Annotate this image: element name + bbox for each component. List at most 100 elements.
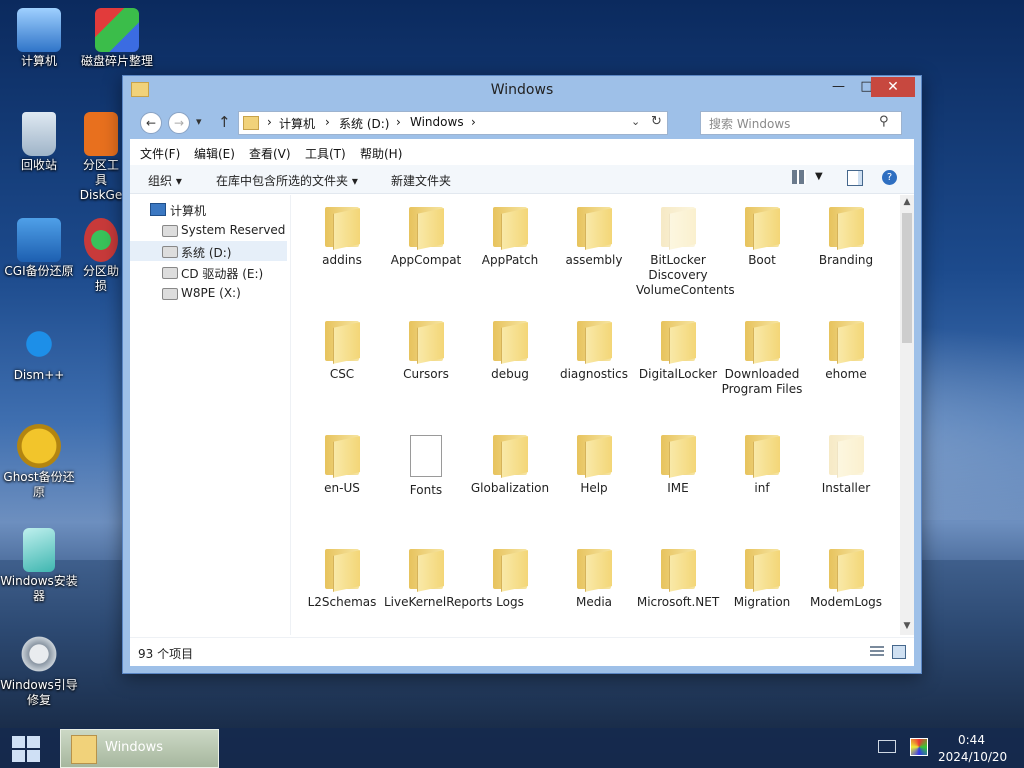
folder-icon xyxy=(745,435,780,478)
sidebar-item-system-reserved[interactable]: System Reserved ( xyxy=(130,220,287,240)
scroll-down-icon[interactable]: ▼ xyxy=(900,621,914,631)
menu-edit[interactable]: 编辑(E) xyxy=(194,145,235,162)
keyboard-icon[interactable] xyxy=(878,740,896,753)
folder-item[interactable]: addins xyxy=(300,199,384,268)
sidebar-item-label: CD 驱动器 (E:) xyxy=(181,267,264,281)
organize-button[interactable]: 组织 ▾ xyxy=(148,172,182,189)
folder-icon xyxy=(493,321,528,364)
breadcrumb-computer[interactable]: 计算机 xyxy=(279,115,315,132)
back-button[interactable]: ← xyxy=(140,112,162,134)
title-bar[interactable]: Windows — □ ✕ xyxy=(123,76,921,103)
search-box[interactable]: 搜索 Windows ⚲ xyxy=(700,111,902,135)
folder-item[interactable]: Help xyxy=(552,427,636,496)
help-icon[interactable]: ? xyxy=(882,170,897,185)
desktop-icon-boot-repair[interactable]: Windows引导修复 xyxy=(0,632,78,708)
display-icon[interactable] xyxy=(910,738,928,756)
clock-date[interactable]: 2024/10/20 xyxy=(938,750,1007,764)
folder-item[interactable]: Installer xyxy=(804,427,888,496)
computer-icon xyxy=(17,8,61,52)
desktop-icon-partition-assistant[interactable]: 分区助损 xyxy=(78,218,124,294)
up-button[interactable]: ↑ xyxy=(218,113,231,131)
desktop-icon-computer[interactable]: 计算机 xyxy=(0,8,78,69)
details-view-icon[interactable] xyxy=(870,646,884,657)
address-bar[interactable]: › 计算机 › 系统 (D:) › Windows › ⌄ ↻ xyxy=(238,111,668,135)
sidebar-item-w8pe[interactable]: W8PE (X:) xyxy=(130,283,287,303)
menu-file[interactable]: 文件(F) xyxy=(140,145,180,162)
clock-time[interactable]: 0:44 xyxy=(958,733,985,747)
preview-pane-icon[interactable] xyxy=(847,170,863,186)
sidebar-item-computer[interactable]: 计算机 xyxy=(130,199,287,219)
search-input[interactable]: 搜索 Windows xyxy=(709,115,790,132)
search-icon[interactable]: ⚲ xyxy=(879,114,889,129)
folder-item[interactable]: Boot xyxy=(720,199,804,268)
folder-item[interactable]: L2Schemas xyxy=(300,541,384,610)
desktop-icon-defrag[interactable]: 磁盘碎片整理 xyxy=(78,8,156,69)
folder-item[interactable]: Globalization xyxy=(468,427,552,496)
folder-item[interactable]: BitLocker Discovery VolumeContents xyxy=(636,199,735,298)
desktop-icon-recycle-bin[interactable]: 回收站 xyxy=(0,112,78,173)
sidebar-item-label: W8PE (X:) xyxy=(181,286,241,300)
new-folder-button[interactable]: 新建文件夹 xyxy=(391,172,451,189)
folder-item[interactable]: inf xyxy=(720,427,804,496)
folder-item[interactable]: ehome xyxy=(804,313,888,382)
folder-icon xyxy=(71,735,97,764)
folder-item[interactable]: Logs xyxy=(468,541,552,610)
folder-item[interactable]: AppCompat xyxy=(384,199,468,268)
refresh-icon[interactable]: ↻ xyxy=(651,114,662,129)
minimize-button[interactable]: — xyxy=(825,77,852,97)
folder-item[interactable]: assembly xyxy=(552,199,636,268)
folder-icon xyxy=(493,207,528,250)
sidebar-item-cd-drive[interactable]: CD 驱动器 (E:) xyxy=(130,262,287,282)
close-button[interactable]: ✕ xyxy=(871,77,915,97)
folder-item[interactable]: Branding xyxy=(804,199,888,268)
start-button[interactable] xyxy=(12,736,42,762)
folder-item[interactable]: Downloaded Program Files xyxy=(720,313,804,397)
menu-view[interactable]: 查看(V) xyxy=(249,145,291,162)
item-label: LiveKernelReports xyxy=(384,595,493,609)
folder-item[interactable]: DigitalLocker xyxy=(636,313,720,382)
desktop-icon-dism[interactable]: Dism++ xyxy=(0,322,78,383)
folder-item[interactable]: Cursors xyxy=(384,313,468,382)
folder-item[interactable]: LiveKernelReports xyxy=(384,541,493,610)
folder-item[interactable]: Migration xyxy=(720,541,804,610)
view-options-icon[interactable] xyxy=(792,170,806,184)
large-icons-view-icon[interactable] xyxy=(892,645,906,659)
taskbar-item-explorer[interactable]: Windows xyxy=(60,729,219,768)
address-dropdown-icon[interactable]: ⌄ xyxy=(631,115,640,128)
desktop-icon-windows-installer[interactable]: Windows安装器 xyxy=(0,528,78,604)
desktop-icon-diskgenius[interactable]: 分区工具DiskGe xyxy=(78,112,124,203)
item-label: BitLocker Discovery VolumeContents xyxy=(636,253,735,297)
item-label: Downloaded Program Files xyxy=(721,367,803,396)
forward-button[interactable]: → xyxy=(168,112,190,134)
menu-help[interactable]: 帮助(H) xyxy=(360,145,402,162)
breadcrumb-windows[interactable]: Windows xyxy=(410,115,464,129)
folder-item[interactable]: IME xyxy=(636,427,720,496)
folder-icon xyxy=(661,207,696,250)
desktop-icon-label: 计算机 xyxy=(20,54,57,68)
folder-icon xyxy=(325,207,360,250)
folder-item[interactable]: AppPatch xyxy=(468,199,552,268)
desktop-icon-ghost[interactable]: Ghost备份还原 xyxy=(0,424,78,500)
folder-item[interactable]: CSC xyxy=(300,313,384,382)
folder-item[interactable]: Microsoft.NET xyxy=(636,541,720,610)
vertical-scrollbar[interactable]: ▲ ▼ xyxy=(900,195,914,635)
drive-icon xyxy=(162,288,178,300)
folder-item[interactable]: diagnostics xyxy=(552,313,636,382)
file-item[interactable]: Fonts xyxy=(384,427,468,498)
sidebar-item-label: 计算机 xyxy=(170,204,207,218)
scroll-up-icon[interactable]: ▲ xyxy=(900,197,914,207)
folder-item[interactable]: debug xyxy=(468,313,552,382)
recent-locations-dropdown[interactable]: ▾ xyxy=(196,115,202,128)
menu-tools[interactable]: 工具(T) xyxy=(305,145,346,162)
folder-item[interactable]: ModemLogs xyxy=(804,541,888,610)
sidebar-item-drive-d[interactable]: 系统 (D:) xyxy=(130,241,287,261)
folder-item[interactable]: en-US xyxy=(300,427,384,496)
desktop-icon-cgi[interactable]: CGI备份还原 xyxy=(0,218,78,279)
chevron-down-icon[interactable]: ▼ xyxy=(815,171,823,182)
folder-icon xyxy=(409,321,444,364)
folder-item[interactable]: Media xyxy=(552,541,636,610)
scrollbar-thumb[interactable] xyxy=(902,213,912,343)
include-in-library-button[interactable]: 在库中包含所选的文件夹 ▾ xyxy=(216,172,358,189)
breadcrumb-drive-d[interactable]: 系统 (D:) xyxy=(339,115,389,132)
folder-icon xyxy=(829,549,864,592)
